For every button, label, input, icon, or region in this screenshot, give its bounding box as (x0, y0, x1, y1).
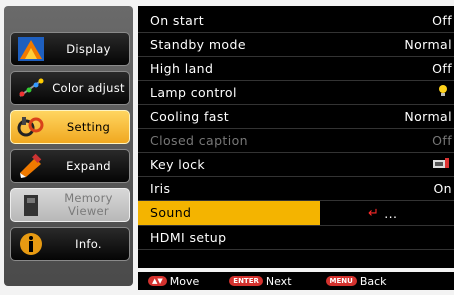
menu-value: On (433, 180, 452, 196)
menu-key-badge: MENU (325, 276, 357, 286)
sidebar-item-expand[interactable]: Expand (10, 149, 130, 183)
memory-viewer-icon (14, 191, 48, 219)
footer-next: ENTER Next (229, 274, 292, 288)
menu-label: Cooling fast (150, 108, 230, 124)
sidebar-label-expand: Expand (66, 158, 111, 173)
footer-back-label: Back (359, 274, 387, 288)
sidebar-item-color-adjust[interactable]: Color adjust (10, 71, 130, 105)
sidebar-label-color-adjust: Color adjust (52, 80, 125, 95)
menu-label: Iris (150, 180, 171, 196)
footer-next-label: Next (265, 274, 292, 288)
enter-key-badge: ENTER (229, 276, 263, 286)
setting-menu: On start Off Standby mode Normal High la… (138, 6, 454, 268)
menu-row-iris[interactable]: Iris On (138, 176, 454, 200)
menu-value: ... (384, 205, 398, 221)
menu-row-high-land[interactable]: High land Off (138, 56, 454, 80)
sidebar-item-memory-viewer[interactable]: Memory Viewer (10, 188, 130, 222)
display-icon (14, 35, 48, 63)
menu-row-standby-mode[interactable]: Standby mode Normal (138, 32, 454, 56)
menu-label: High land (150, 60, 214, 76)
menu-value: Off (432, 12, 452, 28)
menu-label: On start (150, 12, 205, 28)
sidebar-label-info: Info. (75, 236, 102, 251)
menu-value: Off (432, 132, 452, 148)
menu-row-cooling-fast[interactable]: Cooling fast Normal (138, 104, 454, 128)
sound-value: ↵ ... (368, 206, 397, 221)
color-adjust-icon (14, 74, 48, 102)
menu-label: Lamp control (150, 84, 237, 100)
sidebar-item-setting[interactable]: Setting (10, 110, 130, 144)
sidebar-label-memory-viewer: Memory Viewer (64, 191, 113, 218)
info-icon (14, 230, 48, 258)
expand-icon (14, 152, 48, 180)
footer-move: ▲▼ Move (148, 275, 199, 288)
menu-label: Sound (138, 201, 320, 225)
menu-value: Normal (404, 36, 452, 52)
sidebar-item-display[interactable]: Display (10, 32, 130, 66)
footer-back: MENU Back (325, 274, 387, 288)
menu-label: HDMI setup (150, 229, 227, 245)
menu-label: Standby mode (150, 36, 246, 52)
setting-icon (14, 113, 48, 141)
menu-row-hdmi-setup[interactable]: HDMI setup (138, 225, 454, 249)
enter-arrow-icon: ↵ (368, 205, 380, 221)
sidebar-item-info[interactable]: Info. (10, 227, 130, 261)
menu-row-lamp-control[interactable]: Lamp control (138, 80, 454, 104)
menu-value: Normal (404, 108, 452, 124)
row-divider (138, 249, 454, 250)
projector-menu: Display Color adjust Setting Expand Memo… (0, 0, 454, 295)
menu-row-closed-caption: Closed caption Off (138, 128, 454, 152)
menu-row-key-lock[interactable]: Key lock (138, 152, 454, 176)
menu-row-sound[interactable]: Sound ↵ ... (138, 201, 454, 225)
menu-row-on-start[interactable]: On start Off (138, 8, 454, 32)
menu-value: Off (432, 60, 452, 76)
footer-move-label: Move (169, 274, 200, 288)
menu-label: Closed caption (150, 132, 248, 148)
key-lock-icon (432, 157, 450, 172)
lamp-bulb-icon (438, 84, 448, 101)
up-down-arrows-icon: ▲▼ (148, 276, 167, 286)
footer-bar: ▲▼ Move ENTER Next MENU Back (138, 272, 454, 290)
sidebar-label-display: Display (66, 41, 111, 56)
sidebar-label-setting: Setting (66, 119, 111, 134)
menu-label: Key lock (150, 156, 206, 172)
